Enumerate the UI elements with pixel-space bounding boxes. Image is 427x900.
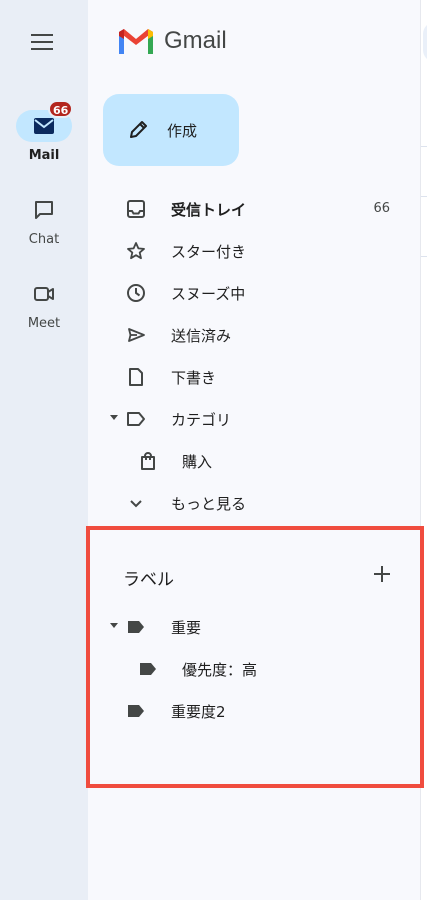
chat-icon <box>35 201 53 219</box>
label-name: 重要度2 <box>171 703 226 721</box>
menu-icon-bar <box>31 34 53 36</box>
labels-heading: ラベル <box>123 570 174 590</box>
chat-icon-container <box>16 194 72 226</box>
menu-icon-bar <box>31 48 53 50</box>
divider <box>421 256 427 257</box>
logo-text: Gmail <box>164 27 227 54</box>
menu-icon-bar <box>31 41 53 43</box>
nav-label-snoozed: スヌーズ中 <box>171 285 246 303</box>
pencil-icon <box>130 121 147 138</box>
nav-item-snoozed[interactable]: スヌーズ中 <box>88 273 408 313</box>
draft-icon <box>129 368 143 386</box>
main-menu-button[interactable] <box>27 30 57 54</box>
divider <box>421 196 427 197</box>
mail-icon-container: 66 <box>16 100 74 142</box>
nav-item-starred[interactable]: スター付き <box>88 231 408 271</box>
nav-item-sent[interactable]: 送信済み <box>88 315 408 355</box>
label-name: 重要 <box>171 619 202 637</box>
nav-label-more: もっと見る <box>171 495 247 513</box>
search-bar-edge[interactable] <box>423 22 427 62</box>
video-icon <box>34 287 54 301</box>
label-name: 優先度：高 <box>182 661 258 679</box>
rail-label-meet: Meet <box>27 316 61 331</box>
rail-label-mail: Mail <box>28 148 60 163</box>
shopping-bag-icon <box>141 452 155 470</box>
nav-item-drafts[interactable]: 下書き <box>88 357 408 397</box>
nav-label-purchases: 購入 <box>182 453 213 471</box>
plus-icon[interactable] <box>368 560 396 588</box>
compose-label: 作成 <box>167 121 198 140</box>
divider <box>421 146 427 147</box>
nav-label-inbox: 受信トレイ <box>171 201 247 219</box>
label-filled-icon <box>128 705 144 717</box>
rail-item-meet[interactable]: Meet <box>0 278 88 331</box>
rail-label-chat: Chat <box>28 232 60 247</box>
rail-item-chat[interactable]: Chat <box>0 194 88 247</box>
nav-label-drafts: 下書き <box>171 369 217 387</box>
send-icon <box>128 328 145 342</box>
label-item-high-priority[interactable]: 優先度：高 <box>88 649 408 689</box>
nav-label-starred: スター付き <box>171 243 247 261</box>
meet-icon-container <box>16 278 72 310</box>
gmail-logo[interactable]: Gmail <box>116 26 227 56</box>
nav-item-inbox[interactable]: 受信トレイ 66 <box>88 189 408 229</box>
nav-label-categories: カテゴリ <box>171 411 232 429</box>
inbox-unread-count: 66 <box>373 201 390 216</box>
expand-arrow-icon[interactable] <box>110 415 118 420</box>
clock-icon <box>127 284 145 302</box>
expand-arrow-icon[interactable] <box>110 623 118 628</box>
nav-label-sent: 送信済み <box>171 327 232 345</box>
mail-icon <box>34 118 54 134</box>
unread-badge: 66 <box>48 100 74 118</box>
nav-item-more[interactable]: もっと見る <box>88 483 408 523</box>
nav-item-purchases[interactable]: 購入 <box>88 441 408 481</box>
label-item-important[interactable]: 重要 <box>88 607 408 647</box>
gmail-m-icon <box>119 29 153 54</box>
inbox-icon <box>127 200 145 218</box>
label-outline-icon <box>127 412 145 426</box>
chevron-down-icon <box>130 500 142 508</box>
rail-item-mail[interactable]: 66 Mail <box>0 100 88 163</box>
star-icon <box>127 242 145 260</box>
nav-item-categories[interactable]: カテゴリ <box>88 399 408 439</box>
compose-button[interactable]: 作成 <box>103 94 239 166</box>
label-filled-icon <box>140 663 156 675</box>
label-filled-icon <box>128 621 144 633</box>
label-item-importance-2[interactable]: 重要度2 <box>88 691 408 731</box>
